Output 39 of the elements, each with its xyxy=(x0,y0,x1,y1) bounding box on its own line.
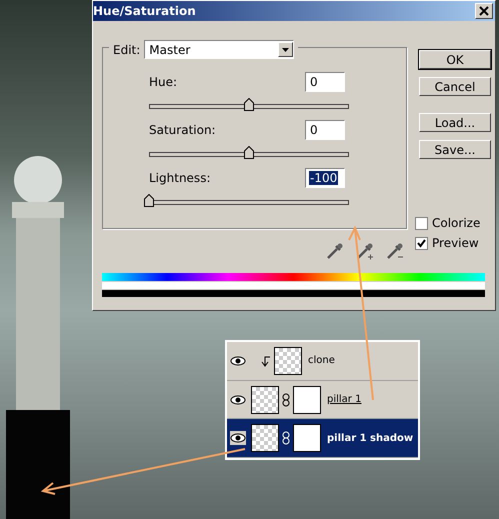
layer-row[interactable]: clone xyxy=(227,342,418,381)
slider-label: Lightness: xyxy=(149,171,210,185)
checkbox[interactable] xyxy=(415,236,428,250)
eyedropper-icon[interactable] xyxy=(385,241,405,261)
layer-thumbnail xyxy=(251,386,279,414)
layer-name: pillar 1 shadow xyxy=(327,432,414,444)
value-field[interactable]: -100 xyxy=(305,168,345,188)
edit-dropdown[interactable]: Master xyxy=(144,40,294,59)
dialog-button[interactable]: Save... xyxy=(419,140,491,159)
layer-mask-thumbnail xyxy=(293,386,321,414)
slider-label: Saturation: xyxy=(149,123,216,137)
layer-name: pillar 1 xyxy=(327,394,362,405)
layer-thumbnail xyxy=(251,424,279,452)
value-field[interactable]: 0 xyxy=(305,72,345,92)
layer-name: clone xyxy=(308,355,335,366)
slider-thumb[interactable] xyxy=(244,98,254,111)
edit-label: Edit: xyxy=(113,42,140,56)
close-icon[interactable] xyxy=(475,3,493,19)
dialog-button[interactable]: Load... xyxy=(419,113,491,132)
chain-link-icon xyxy=(282,431,290,446)
checkbox-label: Colorize xyxy=(432,216,480,230)
layer-mask-thumbnail xyxy=(293,424,321,452)
layer-thumbnail xyxy=(274,346,302,375)
chain-link-icon xyxy=(282,392,290,406)
checkbox[interactable] xyxy=(415,216,428,230)
window-title: Hue/Saturation xyxy=(93,4,196,18)
clip-arrow-icon xyxy=(261,354,271,367)
slider-thumb[interactable] xyxy=(244,146,254,159)
layer-row[interactable]: pillar 1 shadow xyxy=(227,419,418,458)
checkbox-label: Preview xyxy=(432,236,479,250)
slider-label: Hue: xyxy=(149,75,178,89)
dialog-button[interactable]: OK xyxy=(419,50,491,69)
dialog-button[interactable]: Cancel xyxy=(419,77,491,96)
eye-icon[interactable] xyxy=(230,392,246,406)
eyedropper-icon[interactable] xyxy=(325,241,345,261)
value-field[interactable]: 0 xyxy=(305,120,345,140)
eye-icon[interactable] xyxy=(230,431,246,446)
layer-row[interactable]: pillar 1 xyxy=(227,380,418,420)
slider-thumb[interactable] xyxy=(144,194,154,207)
